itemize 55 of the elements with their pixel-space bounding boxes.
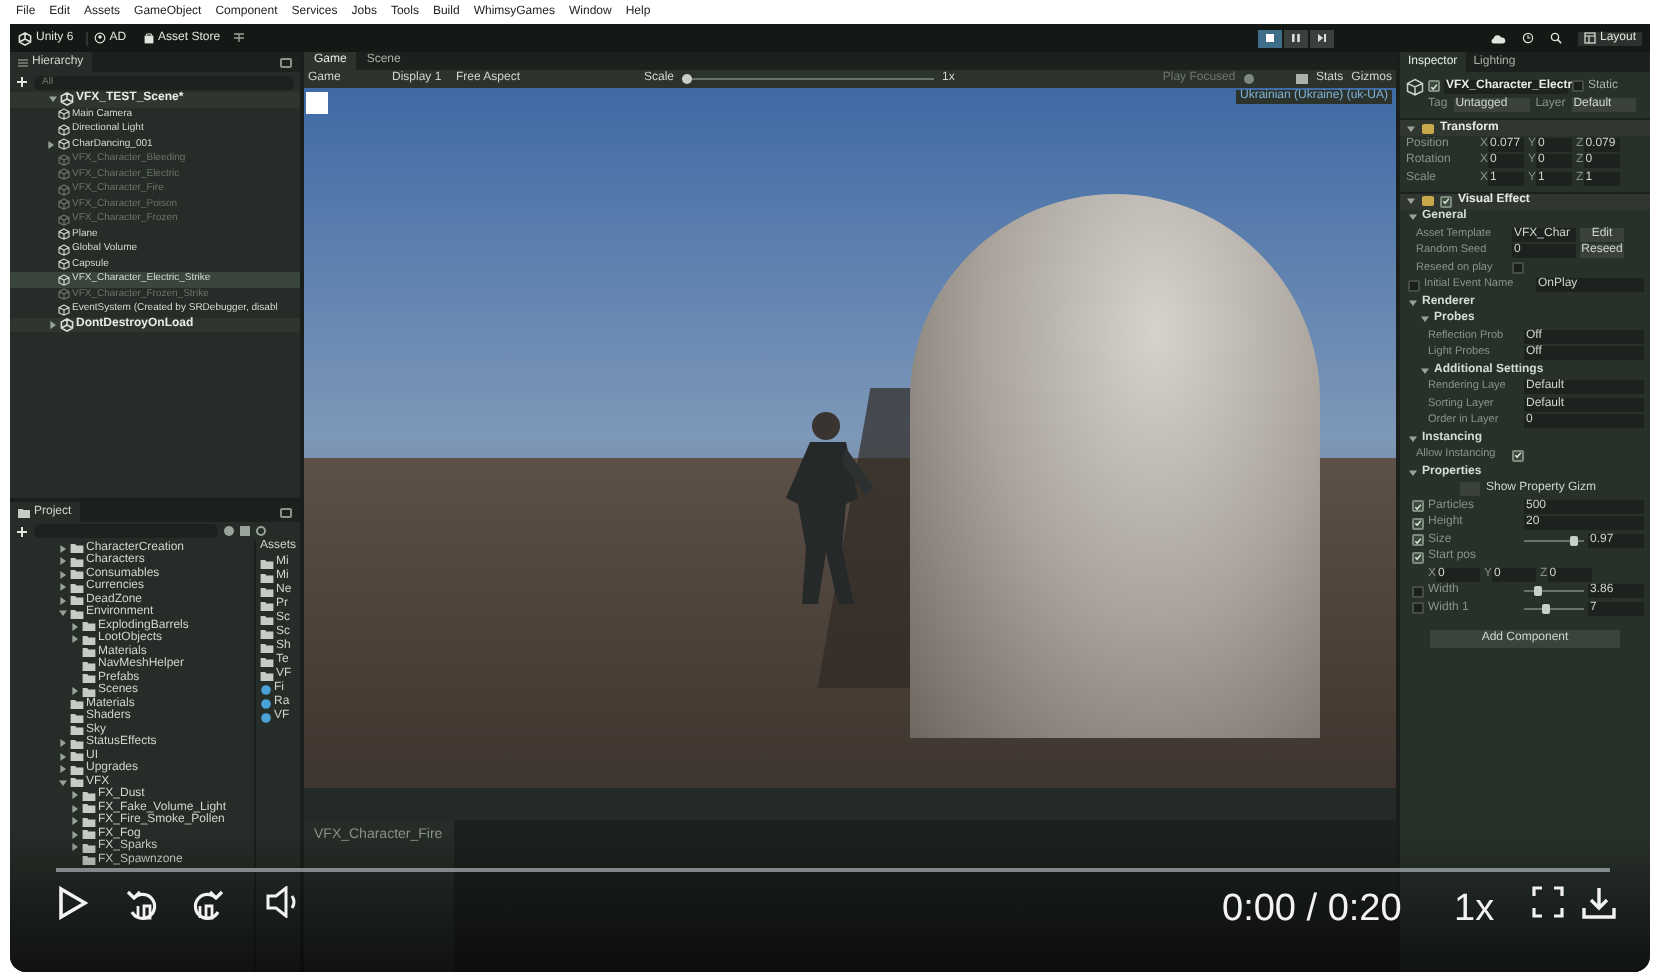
pause-button[interactable] (1284, 29, 1309, 47)
caret-icon[interactable] (1408, 467, 1418, 478)
caret-icon[interactable] (48, 94, 58, 105)
play-icon (1264, 32, 1277, 44)
checkbox[interactable] (1412, 517, 1424, 530)
history-icon[interactable] (1521, 32, 1534, 44)
rewind-icon[interactable] (124, 886, 160, 922)
play-button[interactable] (1258, 29, 1283, 47)
caret-icon[interactable] (48, 319, 58, 330)
checkbox[interactable] (1572, 80, 1584, 92)
info-icon[interactable] (256, 526, 266, 536)
slider-thumb[interactable] (1542, 603, 1551, 614)
caret-icon[interactable] (46, 139, 56, 150)
forward-icon[interactable] (190, 886, 226, 922)
unity-logo-icon (18, 31, 32, 45)
speed-button[interactable]: 1x (1454, 888, 1495, 932)
step-button[interactable] (1310, 29, 1335, 47)
component-icon (1422, 123, 1434, 133)
checkbox[interactable] (1428, 80, 1440, 92)
slider-thumb[interactable] (1570, 535, 1579, 546)
unity-logo-icon (60, 317, 74, 332)
checkbox[interactable] (1412, 500, 1424, 513)
checkbox[interactable] (1440, 195, 1452, 207)
layout-icon (1583, 32, 1596, 44)
game-ui-panel (306, 92, 328, 114)
account-icon (93, 32, 106, 44)
caret-icon[interactable] (1420, 365, 1430, 376)
cloud-icon[interactable] (1489, 33, 1506, 43)
checkbox[interactable] (1512, 262, 1524, 275)
time-display: 0:00 / 0:20 (1222, 888, 1402, 932)
step-icon (1316, 32, 1329, 44)
download-icon[interactable] (1582, 886, 1616, 920)
slider-thumb[interactable] (1534, 586, 1543, 597)
checkbox[interactable] (1408, 279, 1420, 292)
search-icon[interactable] (1549, 32, 1562, 44)
add-icon[interactable] (16, 525, 28, 537)
checkbox[interactable] (1412, 551, 1424, 564)
folder-icon (18, 507, 30, 517)
caret-icon[interactable] (1408, 433, 1418, 444)
bag-icon (144, 32, 155, 44)
checkbox[interactable] (1412, 585, 1424, 598)
list-icon (18, 57, 28, 67)
checkbox[interactable] (1412, 602, 1424, 615)
caret-icon[interactable] (1406, 123, 1416, 133)
checkbox[interactable] (1512, 449, 1524, 462)
checkbox[interactable] (1412, 534, 1424, 547)
unity-logo-icon (60, 92, 74, 107)
slider-thumb[interactable] (682, 74, 693, 84)
pause-icon (1290, 32, 1303, 44)
caret-icon[interactable] (70, 686, 80, 697)
fullscreen-icon[interactable] (1532, 886, 1564, 918)
component-icon (1422, 196, 1434, 206)
play-icon[interactable] (58, 886, 88, 920)
add-icon[interactable] (16, 76, 28, 88)
cube-icon (1406, 77, 1424, 95)
